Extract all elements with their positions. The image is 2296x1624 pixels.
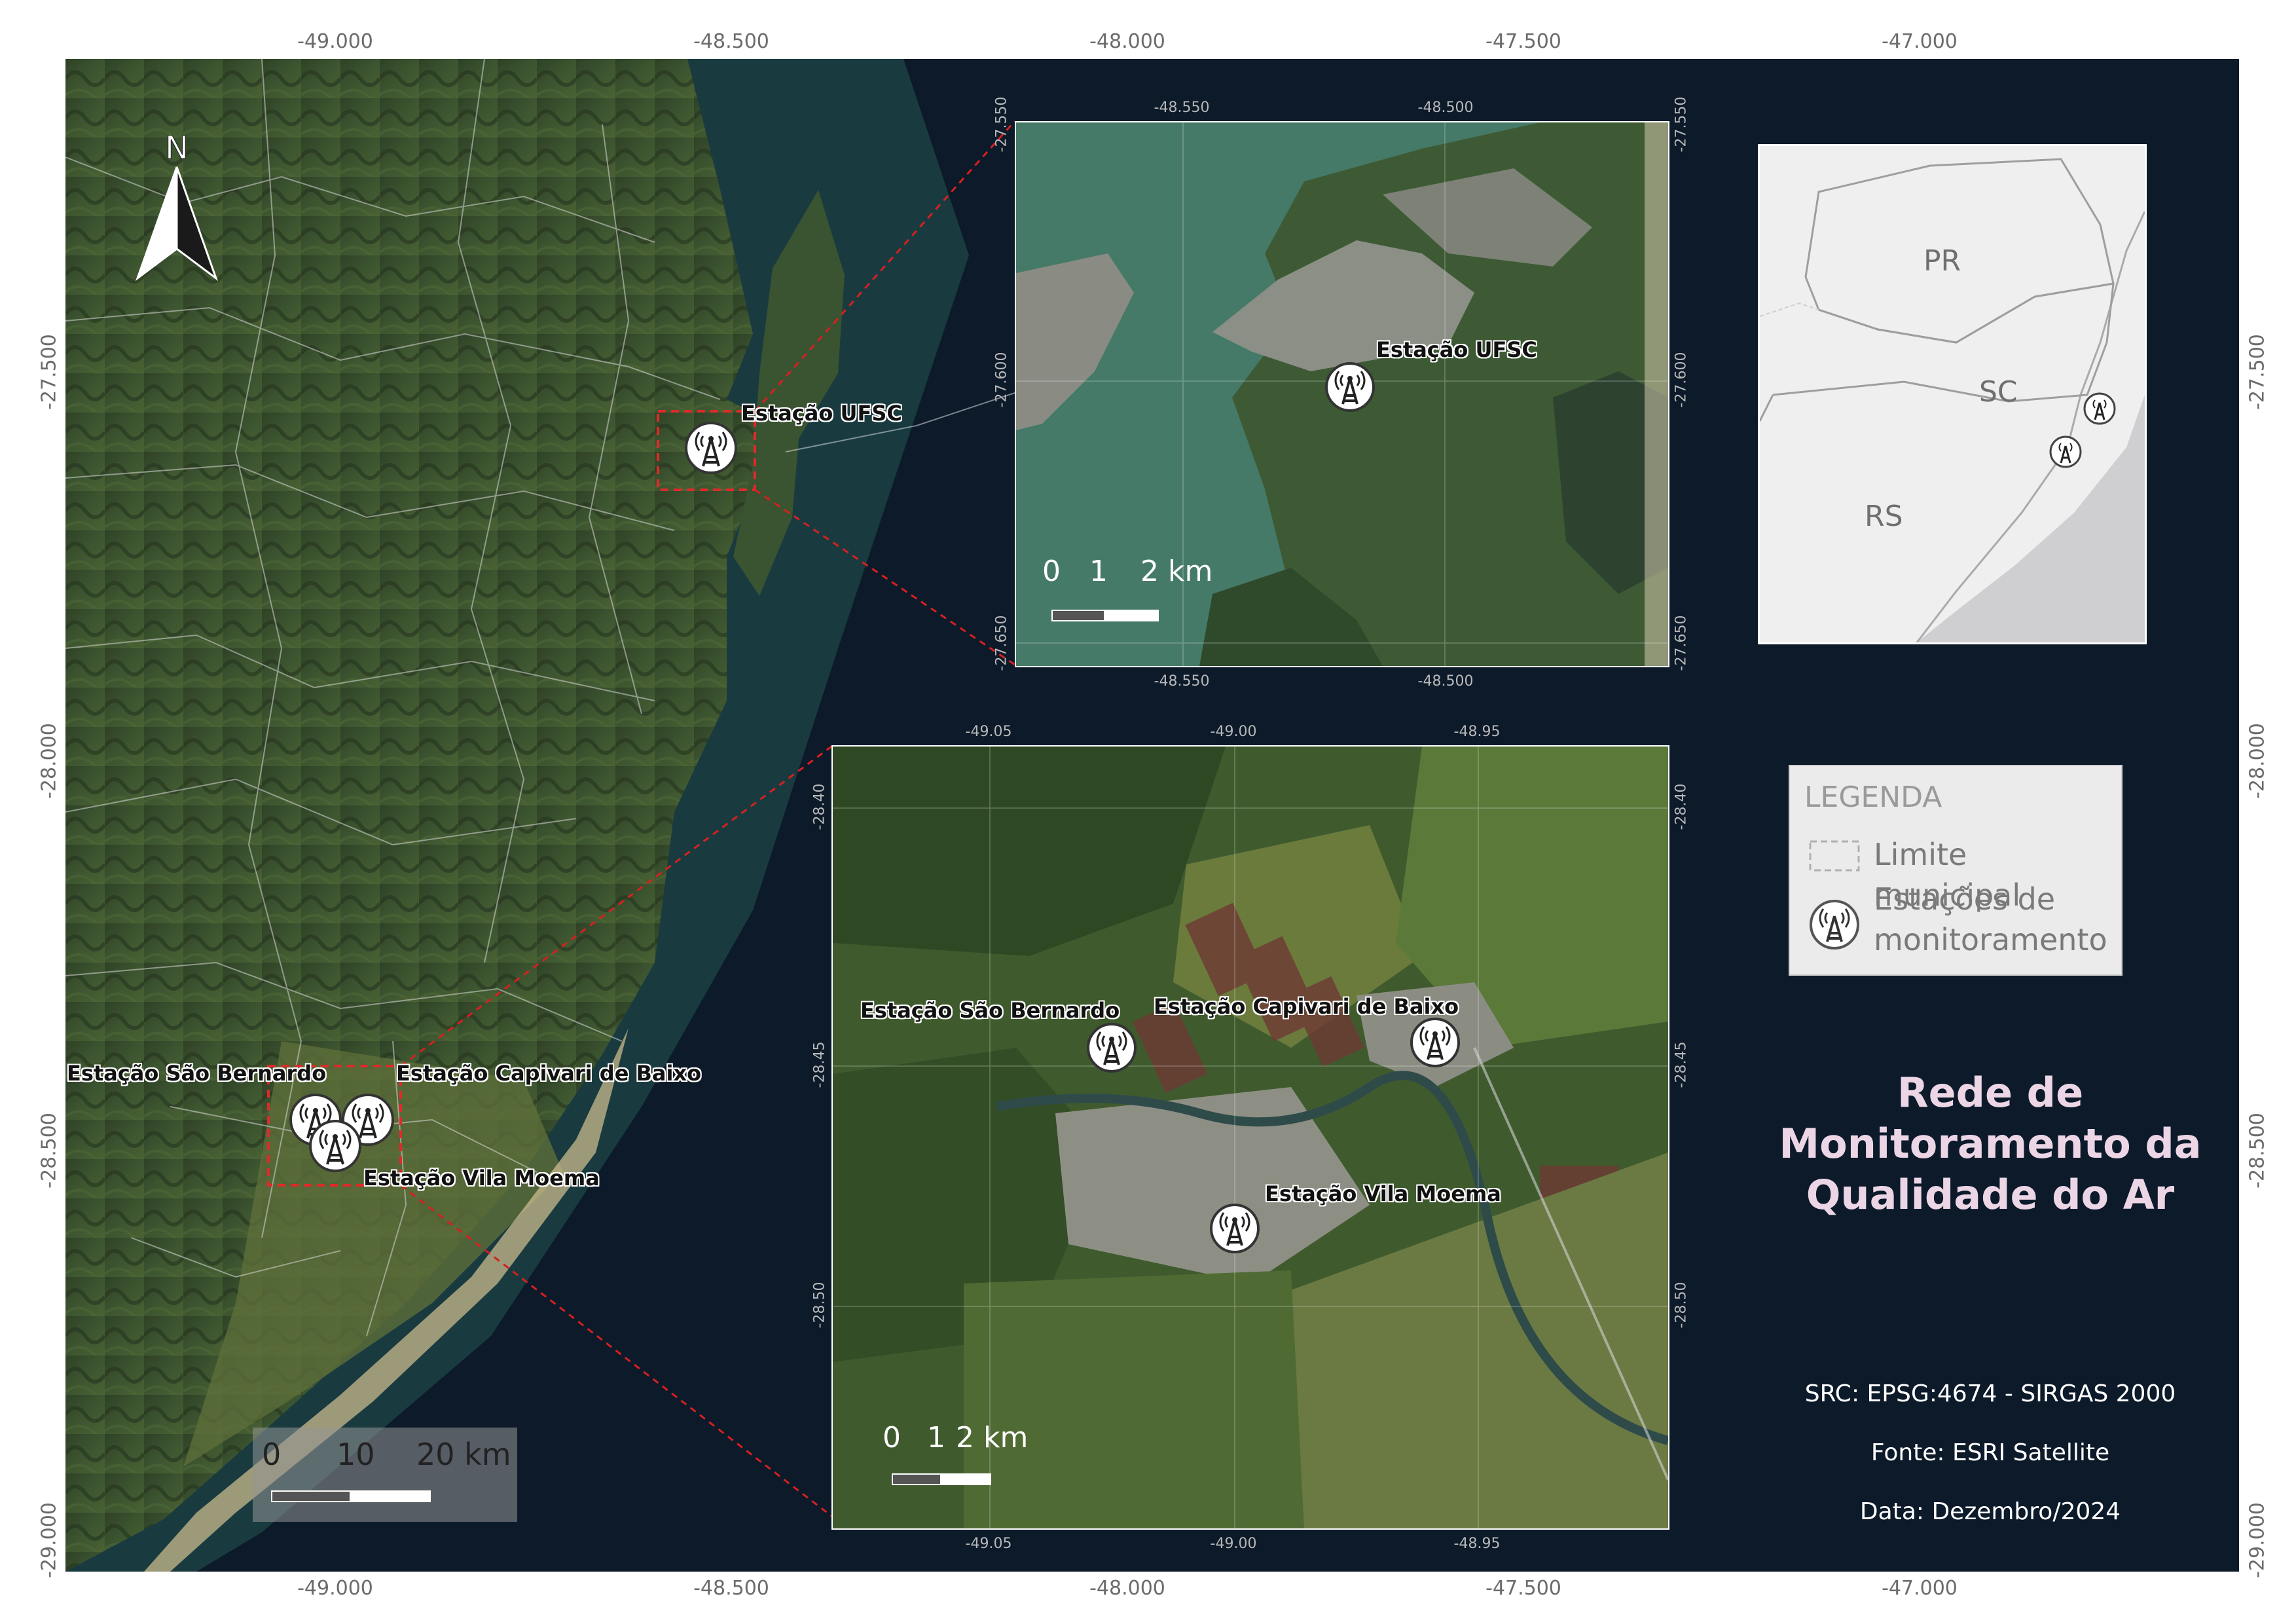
station-label-ufsc: Estação UFSC bbox=[741, 401, 902, 426]
top-lon-label: -47.500 bbox=[1485, 30, 1561, 53]
right-lat-label: -27.500 bbox=[2246, 334, 2269, 410]
bottom-lon-label: -47.000 bbox=[1882, 1577, 1958, 1600]
antenna-tower-icon[interactable] bbox=[683, 420, 738, 475]
inset-tubarao-label-sao-bernardo: Estação São Bernardo bbox=[860, 998, 1120, 1023]
inset-tubarao-top-lon: -48.95 bbox=[1453, 724, 1501, 740]
left-lat-label: -27.500 bbox=[37, 334, 61, 410]
bottom-lon-label: -47.500 bbox=[1485, 1577, 1561, 1600]
station-label-vila-moema: Estação Vila Moema bbox=[363, 1166, 600, 1190]
inset-ufsc-scale-bar: 0 1 2 km bbox=[1042, 555, 1212, 627]
inset-ufsc-left-lat: -27.650 bbox=[993, 615, 1010, 671]
legend-item-stations: Estações de monitoramento bbox=[1874, 881, 2107, 957]
inset-tubarao-label-capivari: Estação Capivari de Baixo bbox=[1154, 994, 1459, 1019]
antenna-tower-icon bbox=[1810, 900, 1859, 950]
main-scale-bar: 0 10 20 km bbox=[253, 1428, 517, 1522]
state-label-sc: SC bbox=[1979, 375, 2018, 409]
left-lat-label: -28.000 bbox=[37, 723, 61, 799]
antenna-tower-icon[interactable] bbox=[2082, 391, 2117, 426]
station-label-sao-bernardo: Estação São Bernardo bbox=[67, 1061, 327, 1086]
bottom-lon-label: -48.500 bbox=[693, 1577, 769, 1600]
station-label-capivari: Estação Capivari de Baixo bbox=[396, 1061, 702, 1086]
bottom-lon-label: -48.000 bbox=[1089, 1577, 1165, 1600]
inset-tubarao-bottom-lon: -48.95 bbox=[1453, 1536, 1501, 1552]
locator-map[interactable]: PR SC RS bbox=[1758, 144, 2147, 644]
bottom-lon-label: -49.000 bbox=[297, 1577, 373, 1600]
inset-tubarao-top-lon: -49.00 bbox=[1210, 724, 1257, 740]
inset-tubarao-bottom-lon: -49.00 bbox=[1210, 1536, 1257, 1552]
inset-tubarao-right-lat: -28.45 bbox=[1673, 1041, 1690, 1088]
left-lat-label: -28.500 bbox=[37, 1113, 61, 1189]
inset-tubarao-bottom-lon: -49.05 bbox=[965, 1536, 1012, 1552]
dashed-box-icon bbox=[1809, 840, 1860, 872]
inset-tubarao-label-vila-moema: Estação Vila Moema bbox=[1265, 1181, 1501, 1206]
state-label-rs: RS bbox=[1865, 500, 1903, 533]
top-lon-label: -49.000 bbox=[297, 30, 373, 53]
antenna-tower-icon[interactable] bbox=[308, 1118, 363, 1173]
inset-tubarao-left-lat: -28.50 bbox=[811, 1282, 828, 1329]
inset-ufsc-bottom-lon: -48.550 bbox=[1154, 673, 1210, 690]
inset-ufsc-station-label: Estação UFSC bbox=[1376, 337, 1537, 362]
inset-ufsc-right-lat: -27.550 bbox=[1673, 96, 1690, 153]
inset-map-ufsc[interactable]: Estação UFSC 0 1 2 km bbox=[1015, 121, 1669, 667]
source-info: Fonte: ESRI Satellite bbox=[1870, 1439, 2110, 1466]
map-title: Rede de Monitoramento da Qualidade do Ar bbox=[1779, 1069, 2202, 1219]
north-arrow-icon: N bbox=[135, 131, 219, 282]
inset-tubarao-top-lon: -49.05 bbox=[965, 724, 1012, 740]
antenna-tower-icon[interactable] bbox=[2048, 434, 2083, 470]
inset-ufsc-bottom-lon: -48.500 bbox=[1417, 673, 1474, 690]
left-lat-label: -29.000 bbox=[37, 1502, 61, 1578]
antenna-tower-icon[interactable] bbox=[1209, 1202, 1261, 1255]
top-lon-label: -47.000 bbox=[1882, 30, 1958, 53]
antenna-tower-icon[interactable] bbox=[1409, 1016, 1461, 1069]
state-label-pr: PR bbox=[1923, 244, 1961, 278]
antenna-tower-icon[interactable] bbox=[1085, 1022, 1138, 1074]
inset-tubarao-scale-bar: 0 1 2 km bbox=[883, 1421, 1028, 1493]
top-lon-label: -48.500 bbox=[693, 30, 769, 53]
top-lon-label: -48.000 bbox=[1089, 30, 1165, 53]
right-lat-label: -28.000 bbox=[2246, 723, 2269, 799]
inset-ufsc-top-lon: -48.500 bbox=[1417, 100, 1474, 116]
legend: LEGENDA Limite municipal Estações de mon… bbox=[1789, 765, 2123, 976]
crs-info: SRC: EPSG:4674 - SIRGAS 2000 bbox=[1804, 1380, 2176, 1407]
inset-ufsc-left-lat: -27.550 bbox=[993, 96, 1010, 153]
inset-ufsc-right-lat: -27.600 bbox=[1673, 352, 1690, 408]
inset-ufsc-left-lat: -27.600 bbox=[993, 352, 1010, 408]
inset-tubarao-left-lat: -28.45 bbox=[811, 1041, 828, 1088]
inset-ufsc-top-lon: -48.550 bbox=[1154, 100, 1210, 116]
antenna-tower-icon[interactable] bbox=[1324, 361, 1376, 413]
inset-tubarao-left-lat: -28.40 bbox=[811, 783, 828, 830]
inset-map-tubarao[interactable]: Estação São Bernardo Estação Capivari de… bbox=[831, 745, 1669, 1530]
inset-tubarao-right-lat: -28.50 bbox=[1673, 1282, 1690, 1329]
legend-title: LEGENDA bbox=[1804, 781, 1942, 814]
inset-tubarao-right-lat: -28.40 bbox=[1673, 783, 1690, 830]
inset-ufsc-right-lat: -27.650 bbox=[1673, 615, 1690, 671]
svg-text:N: N bbox=[165, 131, 189, 166]
date-info: Data: Dezembro/2024 bbox=[1859, 1498, 2121, 1525]
